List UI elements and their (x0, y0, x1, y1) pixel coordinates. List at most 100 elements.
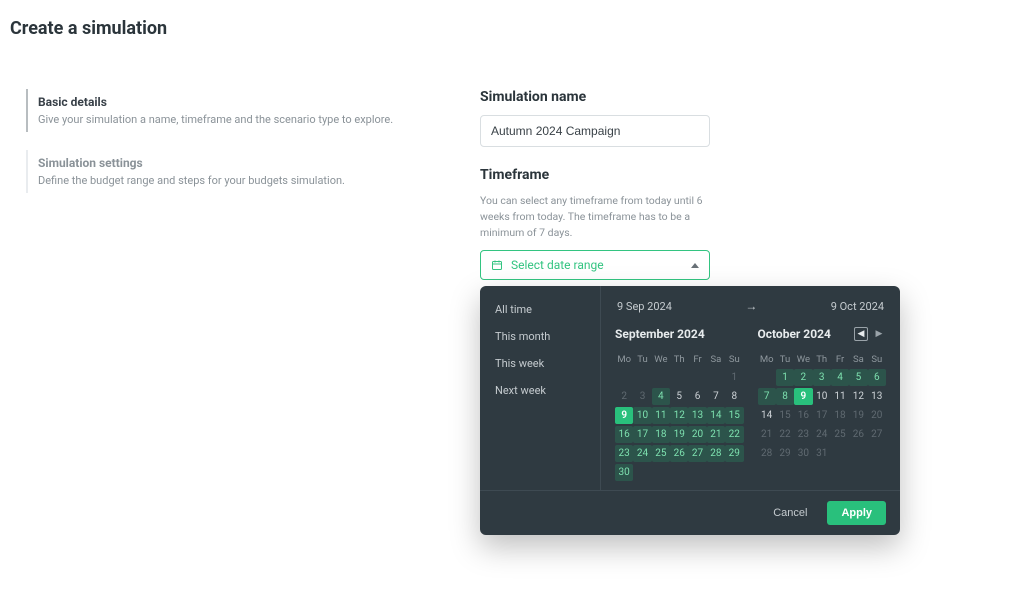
calendar-day[interactable]: 13 (868, 388, 886, 405)
range-end-date: 9 Oct 2024 (831, 300, 884, 313)
calendar-day: 1 (725, 369, 743, 386)
calendar-day[interactable]: 10 (813, 388, 831, 405)
calendar-day[interactable]: 26 (670, 445, 688, 462)
calendar-day[interactable]: 8 (725, 388, 743, 405)
calendar-day[interactable]: 12 (849, 388, 867, 405)
calendar-icon (491, 259, 503, 271)
range-start-date: 9 Sep 2024 (617, 300, 672, 313)
date-presets: All time This month This week Next week (480, 286, 600, 490)
field-label: Timeframe (480, 167, 984, 183)
field-help: You can select any timeframe from today … (480, 193, 720, 240)
calendar-day[interactable]: 2 (794, 369, 812, 386)
calendar-day[interactable]: 20 (688, 426, 706, 443)
calendar-grid-left: MoTuWeThFrSaSu12345678910111213141516171… (615, 351, 744, 482)
calendar-day: 31 (813, 445, 831, 462)
weekday-header: Th (670, 351, 688, 368)
calendar-day[interactable]: 18 (652, 426, 670, 443)
calendar-day[interactable]: 9 (615, 407, 633, 424)
calendar-day[interactable]: 23 (615, 445, 633, 462)
calendar-day[interactable]: 28 (707, 445, 725, 462)
calendar-day[interactable]: 19 (670, 426, 688, 443)
calendar-day[interactable]: 8 (776, 388, 794, 405)
calendar-day: 17 (813, 407, 831, 424)
calendar-day[interactable]: 24 (633, 445, 651, 462)
calendar-day: 21 (758, 426, 776, 443)
calendar-day[interactable]: 17 (633, 426, 651, 443)
month-title-right: October 2024 (758, 327, 831, 341)
date-range-picker: All time This month This week Next week … (480, 286, 900, 535)
calendar-day: 3 (633, 388, 651, 405)
calendar-day[interactable]: 27 (688, 445, 706, 462)
date-range-select-label: Select date range (511, 258, 604, 272)
calendar-day[interactable]: 4 (652, 388, 670, 405)
calendar-day: 30 (794, 445, 812, 462)
calendar-day[interactable]: 7 (707, 388, 725, 405)
calendar-day[interactable]: 25 (652, 445, 670, 462)
calendar-day[interactable]: 5 (849, 369, 867, 386)
calendar-day[interactable]: 22 (725, 426, 743, 443)
calendar-day[interactable]: 10 (633, 407, 651, 424)
caret-up-icon (691, 263, 699, 268)
month-title-left: September 2024 (615, 327, 705, 341)
cancel-button[interactable]: Cancel (767, 506, 813, 520)
calendar-day: 15 (776, 407, 794, 424)
calendar-day[interactable]: 3 (813, 369, 831, 386)
calendar-day[interactable]: 14 (707, 407, 725, 424)
calendar-day[interactable]: 12 (670, 407, 688, 424)
calendar-day[interactable]: 1 (776, 369, 794, 386)
weekday-header: Sa (849, 351, 867, 368)
weekday-header: Th (813, 351, 831, 368)
calendar-day[interactable]: 14 (758, 407, 776, 424)
step-subtitle: Give your simulation a name, timeframe a… (38, 109, 480, 126)
calendar-day[interactable]: 6 (688, 388, 706, 405)
calendar-day: 27 (868, 426, 886, 443)
page-title: Create a simulation (10, 18, 1014, 47)
arrow-right-icon: → (745, 299, 757, 313)
calendar-day[interactable]: 11 (652, 407, 670, 424)
date-range-select[interactable]: Select date range (480, 250, 710, 280)
prev-month-icon[interactable]: ◀ (854, 327, 868, 341)
calendar-day[interactable]: 30 (615, 464, 633, 481)
calendar-day[interactable]: 7 (758, 388, 776, 405)
calendar-day[interactable]: 29 (725, 445, 743, 462)
calendar-day: 26 (849, 426, 867, 443)
calendar-day[interactable]: 11 (831, 388, 849, 405)
calendar-day[interactable]: 9 (794, 388, 812, 405)
simulation-name-field: Simulation name (480, 89, 984, 147)
calendar-day[interactable]: 5 (670, 388, 688, 405)
calendar-day: 2 (615, 388, 633, 405)
apply-button[interactable]: Apply (827, 501, 886, 525)
calendar-day[interactable]: 4 (831, 369, 849, 386)
calendar-day[interactable]: 16 (615, 426, 633, 443)
simulation-name-input[interactable] (480, 115, 710, 147)
weekday-header: Tu (633, 351, 651, 368)
field-label: Simulation name (480, 89, 984, 105)
weekday-header: Mo (615, 351, 633, 368)
calendar-day: 22 (776, 426, 794, 443)
step-title: Basic details (38, 95, 480, 109)
calendar-day: 20 (868, 407, 886, 424)
weekday-header: Su (868, 351, 886, 368)
steps-sidebar: Basic details Give your simulation a nam… (10, 89, 480, 300)
weekday-header: Fr (688, 351, 706, 368)
preset-this-month[interactable]: This month (492, 323, 588, 350)
calendar-day: 19 (849, 407, 867, 424)
next-month-icon[interactable]: ▶ (872, 327, 886, 341)
calendar-day[interactable]: 6 (868, 369, 886, 386)
step-subtitle: Define the budget range and steps for yo… (38, 170, 480, 187)
step-basic-details[interactable]: Basic details Give your simulation a nam… (26, 89, 480, 132)
step-simulation-settings[interactable]: Simulation settings Define the budget ra… (26, 150, 480, 193)
weekday-header: Sa (707, 351, 725, 368)
weekday-header: Tu (776, 351, 794, 368)
calendar-day: 18 (831, 407, 849, 424)
calendar-right: October 2024 ◀ ▶ MoTuWeThFrSaSu123456789… (758, 323, 887, 482)
preset-this-week[interactable]: This week (492, 350, 588, 377)
calendar-day[interactable]: 21 (707, 426, 725, 443)
calendar-grid-right: MoTuWeThFrSaSu12345678910111213141516171… (758, 351, 887, 463)
preset-next-week[interactable]: Next week (492, 377, 588, 404)
weekday-header: Fr (831, 351, 849, 368)
preset-all-time[interactable]: All time (492, 296, 588, 323)
weekday-header: We (652, 351, 670, 368)
calendar-day[interactable]: 15 (725, 407, 743, 424)
calendar-day[interactable]: 13 (688, 407, 706, 424)
